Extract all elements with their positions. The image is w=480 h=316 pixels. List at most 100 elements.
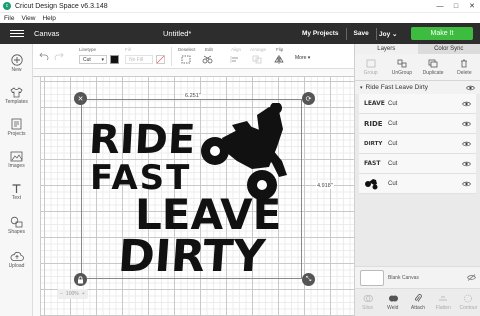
edit-toolbar: Linetype Cut ▾ Fill No Fill Deselect Edit… (33, 44, 354, 69)
flatten-label: Flatten (435, 305, 451, 311)
design-text-ride: RIDE (88, 117, 197, 163)
layer-row[interactable]: Cut (359, 174, 476, 194)
layer-thumbnail: RIDE (364, 119, 383, 128)
slice-button[interactable]: Slice (355, 289, 380, 316)
nav-label: Images (8, 163, 25, 169)
eye-hidden-icon[interactable] (466, 274, 476, 281)
fill-value: No Fill (129, 56, 144, 63)
slice-label: Slice (362, 305, 374, 311)
ungroup-icon (397, 59, 407, 68)
contour-button[interactable]: Contour (456, 289, 480, 316)
nav-upload[interactable]: Upload (0, 250, 33, 269)
edit-tools-icon[interactable] (202, 54, 214, 64)
menu-file[interactable]: File (4, 15, 14, 22)
layer-row[interactable]: DIRTY Cut (359, 134, 476, 154)
layer-row[interactable]: FAST Cut (359, 154, 476, 174)
design-artwork[interactable]: RIDE FAST LEAVE DIRTY (87, 103, 297, 275)
contour-icon (463, 294, 473, 303)
nav-shapes[interactable]: Shapes (0, 216, 33, 235)
minimize-button[interactable]: — (432, 0, 448, 13)
make-it-button[interactable]: Make It (411, 27, 473, 40)
deselect-label: Deselect (178, 47, 196, 52)
eye-icon[interactable] (461, 140, 471, 147)
zoom-in-icon[interactable]: + (82, 291, 85, 297)
title-bar: c Cricut Design Space v6.3.148 — □ ✕ (0, 0, 480, 13)
user-menu[interactable]: Joy ⌄ (379, 30, 397, 38)
close-window-button[interactable]: ✕ (464, 0, 480, 13)
menu-help[interactable]: Help (42, 15, 55, 22)
section-title: Canvas (34, 29, 60, 38)
header-divider (345, 27, 347, 40)
layer-thumbnail: LEAVE (364, 100, 385, 107)
rotate-handle-icon[interactable]: ⟳ (302, 92, 315, 105)
shirt-icon (10, 86, 24, 98)
delete-handle-icon[interactable]: ✕ (74, 92, 87, 105)
nav-new[interactable]: New (0, 54, 33, 73)
redo-icon[interactable] (53, 51, 65, 61)
nav-templates[interactable]: Templates (0, 86, 33, 105)
layer-thumbnail: FAST (364, 160, 381, 167)
eye-icon[interactable] (465, 84, 475, 91)
app-header: Canvas Untitled* My Projects Save Joy ⌄ … (0, 23, 480, 44)
layer-row[interactable]: LEAVE Cut (359, 94, 476, 114)
tab-color-sync[interactable]: Color Sync (418, 44, 480, 54)
linetype-label: Linetype (79, 47, 97, 52)
lock-handle-icon[interactable] (74, 273, 87, 286)
nav-label: New (11, 67, 22, 73)
menu-view[interactable]: View (21, 15, 35, 22)
left-nav: New Templates Projects Images Text Shape… (0, 44, 33, 316)
hamburger-menu-icon[interactable] (10, 29, 24, 38)
linetype-color-swatch[interactable] (110, 55, 119, 64)
chevron-down-icon: ⌄ (392, 30, 398, 38)
eye-icon[interactable] (461, 180, 471, 187)
cricut-logo-icon: c (3, 2, 11, 10)
blank-canvas-row[interactable]: Blank Canvas (355, 266, 480, 288)
eye-icon[interactable] (461, 120, 471, 127)
deselect-icon[interactable] (180, 54, 192, 64)
canvas-area[interactable]: 6.251" 4.918" ✕ ⟳ ⤡ RIDE FAST LEAVE DIRT… (33, 69, 354, 316)
eye-icon[interactable] (461, 160, 471, 167)
no-fill-swatch-icon[interactable] (154, 54, 166, 64)
zoom-control[interactable]: − 100% + (57, 289, 88, 299)
flatten-icon (438, 294, 448, 303)
layer-row[interactable]: RIDE Cut (359, 114, 476, 134)
arrange-icon[interactable] (251, 54, 263, 64)
save-button[interactable]: Save (354, 30, 369, 37)
attach-button[interactable]: Attach (405, 289, 430, 316)
atv-rider-silhouette (201, 103, 287, 200)
nav-text[interactable]: Text (0, 182, 33, 201)
nav-images[interactable]: Images (0, 150, 33, 169)
tab-layers[interactable]: Layers (355, 44, 418, 54)
chevron-down-icon: ▾ (101, 56, 104, 63)
delete-button[interactable]: Delete (449, 54, 480, 80)
maximize-button[interactable]: □ (448, 0, 464, 13)
blank-canvas-swatch[interactable] (360, 269, 384, 286)
weld-icon (388, 294, 398, 303)
fill-select[interactable]: No Fill (125, 55, 153, 64)
undo-icon[interactable] (38, 51, 50, 61)
chevron-down-icon[interactable]: ▾ (360, 85, 363, 91)
arrange-label: Arrange (250, 47, 267, 52)
more-menu-button[interactable]: More ▾ (295, 55, 310, 61)
user-name: Joy (379, 30, 391, 38)
contour-label: Contour (459, 305, 478, 311)
duplicate-button[interactable]: Duplicate (418, 54, 449, 80)
ungroup-button[interactable]: UnGroup (386, 54, 417, 80)
zoom-level: 100% (65, 291, 79, 297)
flatten-button[interactable]: Flatten (431, 289, 456, 316)
text-icon (10, 182, 24, 194)
weld-button[interactable]: Weld (380, 289, 405, 316)
bottom-layer-actions: Slice Weld Attach Flatten Contour (355, 288, 480, 316)
resize-handle-icon[interactable]: ⤡ (302, 273, 315, 286)
linetype-select[interactable]: Cut ▾ (79, 55, 107, 64)
width-dimension: 6.251" (184, 93, 202, 99)
ruler-horizontal (33, 69, 354, 77)
eye-icon[interactable] (461, 100, 471, 107)
group-button[interactable]: Group (355, 54, 386, 80)
align-icon[interactable] (229, 54, 241, 64)
layer-group-row[interactable]: ▾ Ride Fast Leave Dirty (355, 81, 480, 94)
my-projects-button[interactable]: My Projects (302, 30, 339, 37)
zoom-out-icon[interactable]: − (60, 291, 63, 297)
flip-icon[interactable] (273, 54, 285, 64)
nav-projects[interactable]: Projects (0, 118, 33, 137)
